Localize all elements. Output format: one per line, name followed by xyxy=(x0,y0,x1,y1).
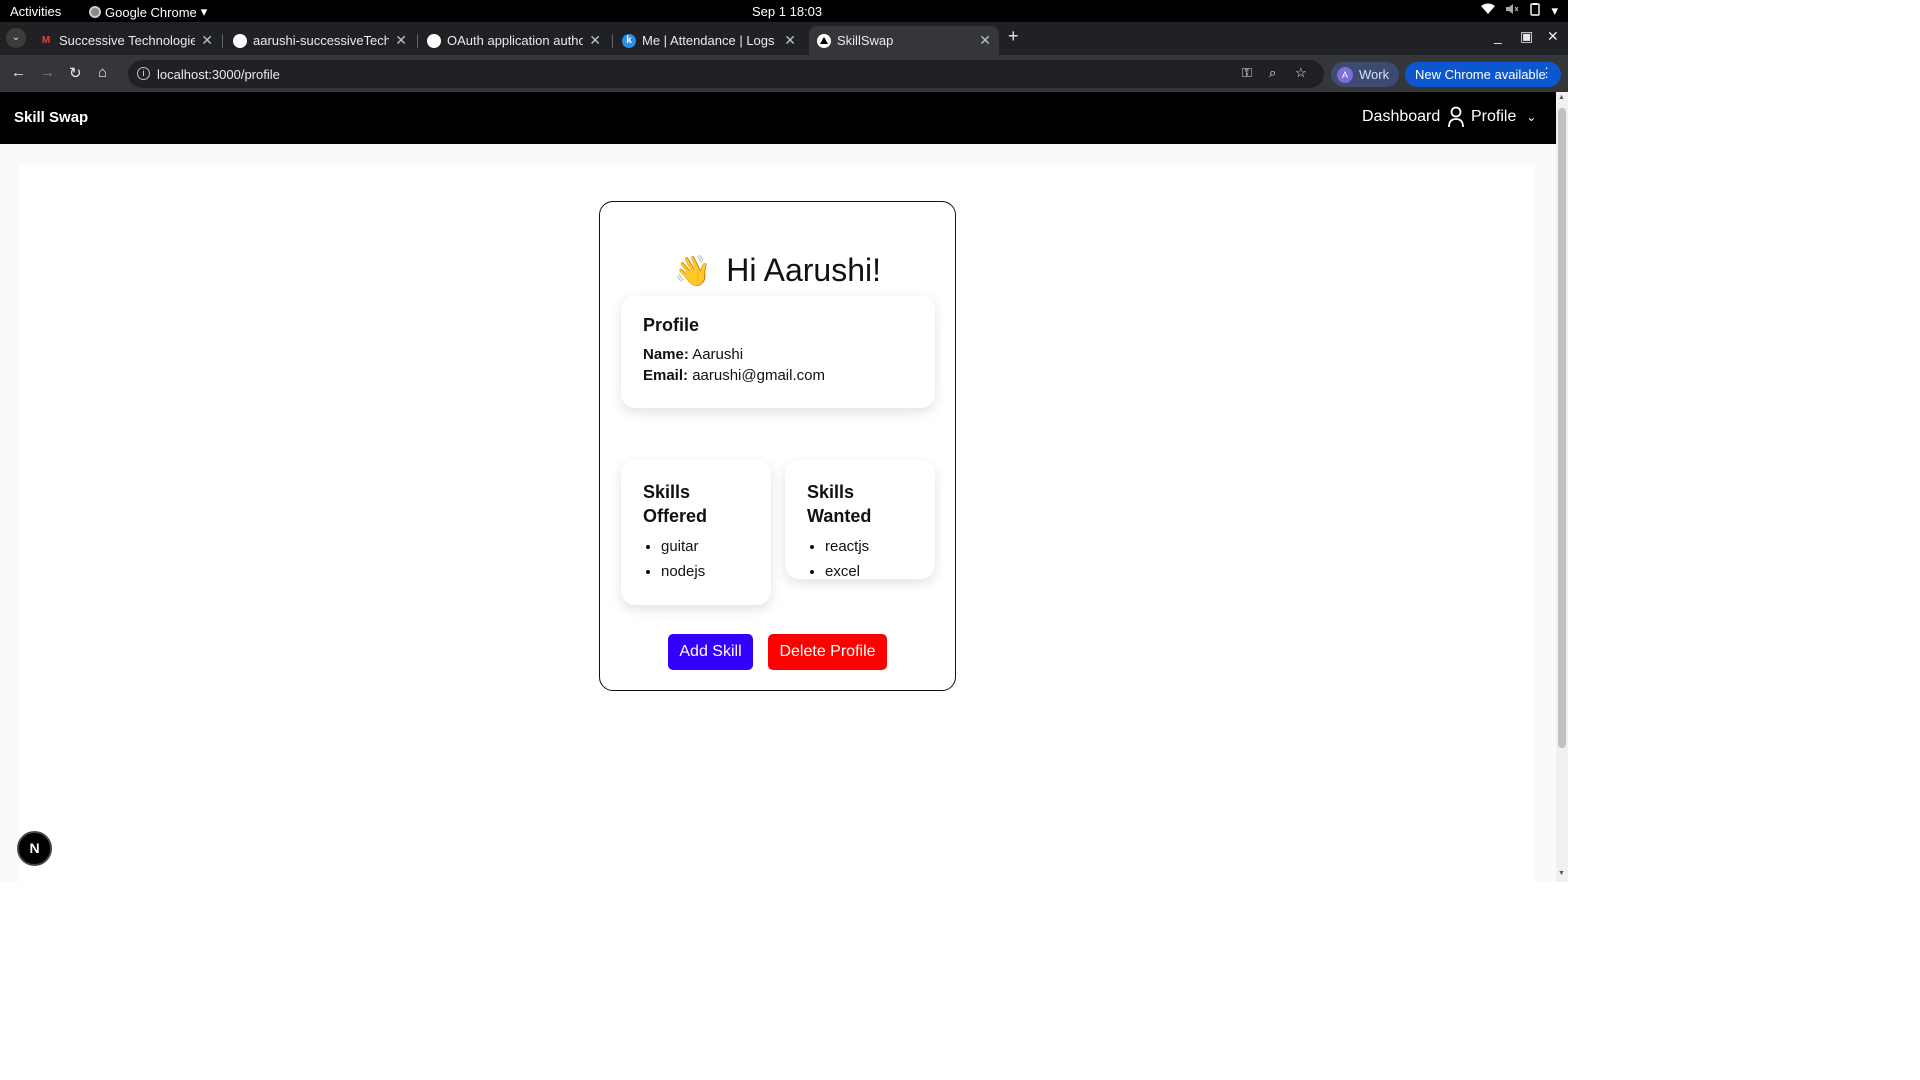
list-item: guitar xyxy=(661,534,749,559)
battery-icon xyxy=(1529,3,1541,19)
back-icon[interactable]: ← xyxy=(11,64,26,81)
profile-card: 👋 Hi Aarushi! Profile Name: Aarushi Emai… xyxy=(599,201,956,691)
app-menu-label: Google Chrome xyxy=(105,4,197,20)
app-menu[interactable]: Google Chrome ▾ xyxy=(89,4,207,20)
new-tab-button[interactable]: + xyxy=(1008,26,1019,47)
scrollbar-thumb[interactable] xyxy=(1558,108,1566,748)
clock[interactable]: Sep 1 18:03 xyxy=(752,4,822,19)
delete-profile-button[interactable]: Delete Profile xyxy=(768,634,887,670)
name-value: Aarushi xyxy=(692,346,744,363)
wifi-icon xyxy=(1481,3,1496,19)
waving-hand-icon: 👋 xyxy=(674,255,712,288)
site-info-icon[interactable]: i xyxy=(137,67,150,80)
profile-menu[interactable]: Profile ⌄ xyxy=(1447,106,1536,128)
vercel-triangle-icon xyxy=(817,33,831,48)
avatar: A xyxy=(1337,66,1353,83)
name-label: Name: xyxy=(643,346,689,363)
close-icon[interactable]: ✕ xyxy=(979,32,991,49)
password-key-icon[interactable]: ⚿ xyxy=(1242,65,1252,81)
system-top-bar: Activities Google Chrome ▾ Sep 1 18:03 ▾ xyxy=(0,0,1568,22)
tab-gmail[interactable]: M Successive Technologies ✕ xyxy=(31,26,221,55)
gmail-icon: M xyxy=(41,35,51,46)
browser-toolbar: ← → ↻ ⌂ i localhost:3000/profile ⚿ ⌕ ☆ A… xyxy=(0,55,1568,92)
github-icon xyxy=(233,33,247,48)
close-icon[interactable]: ✕ xyxy=(201,32,213,49)
nav-dashboard-link[interactable]: Dashboard xyxy=(1362,108,1440,126)
list-item: reactjs xyxy=(825,534,913,559)
user-icon xyxy=(1447,106,1465,128)
caret-down-icon: ▾ xyxy=(200,4,208,19)
skills-offered-list: guitar nodejs xyxy=(643,534,749,584)
restore-icon[interactable]: ▣ xyxy=(1520,28,1533,45)
activities-button[interactable]: Activities xyxy=(10,4,61,19)
list-item: excel xyxy=(825,559,913,584)
home-icon[interactable]: ⌂ xyxy=(98,64,107,81)
tab-divider xyxy=(222,34,223,48)
kebab-menu-icon[interactable]: ⋮ xyxy=(1540,65,1553,81)
volume-muted-icon xyxy=(1505,3,1519,19)
minimize-icon[interactable]: _ xyxy=(1494,28,1502,44)
tab-title: Successive Technologies xyxy=(59,33,196,48)
profile-menu-label: Profile xyxy=(1471,108,1517,125)
tab-title: aarushi-successiveTech/s xyxy=(253,33,390,48)
close-icon[interactable]: ✕ xyxy=(395,32,407,49)
skills-wanted-heading: Skills Wanted xyxy=(807,482,872,526)
brand-logo[interactable]: Skill Swap xyxy=(14,109,88,126)
profile-info-box: Profile Name: Aarushi Email: aarushi@gma… xyxy=(621,295,935,408)
scroll-up-icon[interactable]: ▲ xyxy=(1558,94,1565,101)
nextjs-dev-indicator[interactable]: N xyxy=(17,831,52,866)
skills-wanted-box: Skills Wanted reactjs excel xyxy=(785,460,935,580)
app-navbar: Skill Swap Dashboard Profile ⌄ xyxy=(0,92,1556,144)
greeting-text: Hi Aarushi! xyxy=(726,252,881,288)
email-value: aarushi@gmail.com xyxy=(692,367,825,384)
chrome-icon xyxy=(89,6,101,18)
close-icon[interactable]: ✕ xyxy=(784,32,796,49)
list-item: nodejs xyxy=(661,559,749,584)
keka-icon: k xyxy=(622,33,636,48)
zoom-icon[interactable]: ⌕ xyxy=(1269,65,1276,81)
system-tray[interactable]: ▾ xyxy=(1481,3,1558,19)
chevron-down-icon: ⌄ xyxy=(11,32,21,43)
tab-skillswap[interactable]: SkillSwap ✕ xyxy=(809,26,999,55)
profile-chip-label: Work xyxy=(1359,67,1390,82)
email-label: Email: xyxy=(643,367,689,384)
chevron-down-icon: ⌄ xyxy=(1526,110,1537,124)
tab-strip: ⌄ M Successive Technologies ✕ aarushi-su… xyxy=(0,22,1568,55)
tab-search-button[interactable]: ⌄ xyxy=(6,28,26,48)
add-skill-button[interactable]: Add Skill xyxy=(668,634,753,670)
tab-attendance[interactable]: k Me | Attendance | Logs ✕ xyxy=(614,26,804,55)
name-row: Name: Aarushi xyxy=(643,344,913,365)
chrome-update-label: New Chrome available xyxy=(1415,67,1546,82)
profile-chip[interactable]: A Work xyxy=(1331,62,1400,87)
github-icon xyxy=(427,33,441,48)
close-window-icon[interactable]: ✕ xyxy=(1547,28,1559,45)
tab-divider xyxy=(417,34,418,48)
power-menu-icon: ▾ xyxy=(1551,3,1558,18)
chrome-update-button[interactable]: New Chrome available ⋮ xyxy=(1405,62,1561,87)
tab-divider xyxy=(612,34,613,48)
tab-github-oauth[interactable]: OAuth application autho ✕ xyxy=(419,26,609,55)
tab-title: Me | Attendance | Logs xyxy=(642,33,775,48)
close-icon[interactable]: ✕ xyxy=(589,32,601,49)
url-text[interactable]: localhost:3000/profile xyxy=(157,67,280,82)
profile-info-heading: Profile xyxy=(643,315,700,335)
address-bar[interactable]: i localhost:3000/profile ⚿ ⌕ ☆ xyxy=(128,60,1324,88)
scroll-down-icon[interactable]: ▼ xyxy=(1558,870,1565,877)
tab-title: OAuth application autho xyxy=(447,33,584,48)
page-scrollbar[interactable]: ▲ ▼ xyxy=(1556,92,1568,882)
skills-wanted-list: reactjs excel xyxy=(807,534,913,584)
skills-offered-heading: Skills Offered xyxy=(643,482,708,526)
greeting-heading: 👋 Hi Aarushi! xyxy=(600,252,955,289)
skills-offered-box: Skills Offered guitar nodejs xyxy=(621,460,771,605)
email-row: Email: aarushi@gmail.com xyxy=(643,365,913,386)
tab-github-repo[interactable]: aarushi-successiveTech/s ✕ xyxy=(225,26,415,55)
tab-title: SkillSwap xyxy=(837,33,894,48)
bookmark-star-icon[interactable]: ☆ xyxy=(1295,65,1307,81)
forward-icon[interactable]: → xyxy=(40,64,55,81)
reload-icon[interactable]: ↻ xyxy=(69,64,82,82)
